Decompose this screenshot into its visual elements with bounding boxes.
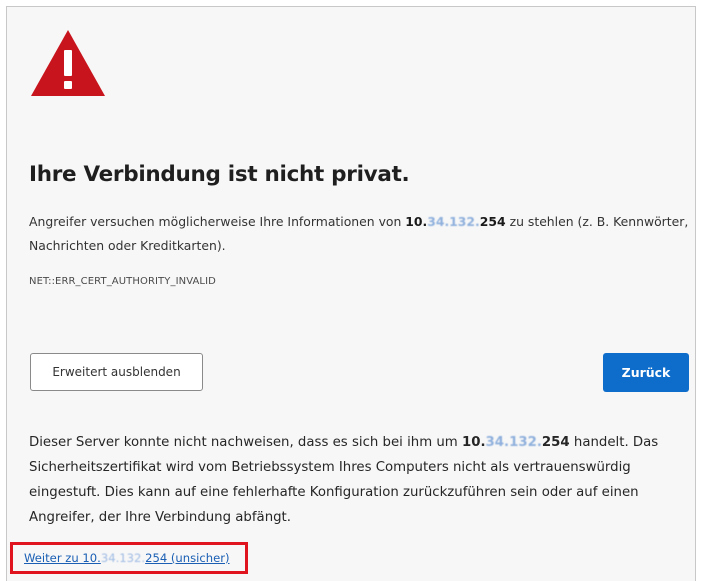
masked-host: 34.132.	[100, 551, 146, 565]
intro-text: Angreifer versuchen möglicherweise Ihre …	[29, 210, 689, 258]
proceed-link-highlight: Weiter zu 10.34.132.254 (unsicher)	[10, 542, 248, 574]
error-code: NET::ERR_CERT_AUTHORITY_INVALID	[29, 276, 216, 287]
warning-triangle-icon	[31, 30, 105, 96]
hide-advanced-button[interactable]: Erweitert ausblenden	[30, 353, 203, 391]
details-text: Dieser Server konnte nicht nachweisen, d…	[29, 430, 694, 530]
interstitial-page: Ihre Verbindung ist nicht privat. Angrei…	[6, 6, 696, 581]
proceed-unsafe-link[interactable]: Weiter zu 10.34.132.254 (unsicher)	[24, 551, 230, 565]
masked-host: 34.132.	[485, 435, 542, 450]
masked-host: 34.132.	[427, 214, 480, 229]
page-title: Ihre Verbindung ist nicht privat.	[29, 162, 410, 187]
back-button[interactable]: Zurück	[603, 353, 689, 392]
host-prefix: 10.	[405, 214, 428, 229]
